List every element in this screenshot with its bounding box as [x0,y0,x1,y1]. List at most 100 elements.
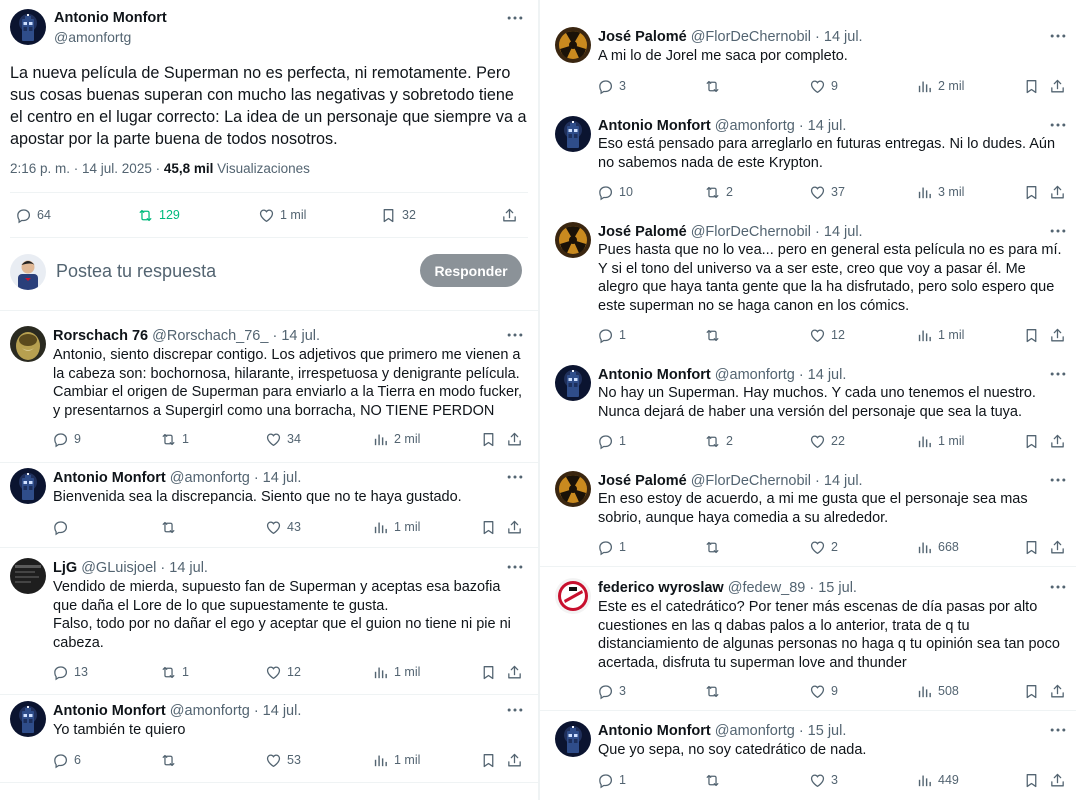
reply-button[interactable]: 1 [597,771,626,789]
author-handle[interactable]: @FlorDeChernobil [691,224,811,240]
bookmark-button[interactable] [480,751,497,769]
more-icon[interactable] [1048,26,1068,46]
like-button[interactable]: 1 mil [258,206,306,224]
views-button[interactable]: 3 mil [916,183,964,201]
author-handle[interactable]: @Rorschach_76_ [152,328,268,344]
share-button[interactable] [506,518,523,536]
retweet-button[interactable] [160,751,177,769]
retweet-button[interactable] [704,771,721,789]
more-icon[interactable] [505,325,525,345]
views-button[interactable]: 2 mil [916,77,964,95]
author-handle[interactable]: @amonfortg [715,367,795,383]
author-avatar[interactable] [555,116,591,152]
tweet-timestamp[interactable]: 2:16 p. m. · 14 jul. 2025 · [10,161,164,176]
bookmark-button[interactable] [480,518,497,536]
bookmark-button[interactable]: 32 [380,206,416,224]
reply-button[interactable]: 6 [52,751,81,769]
author-avatar[interactable] [10,558,46,594]
author-name[interactable]: José Palomé [598,29,687,45]
bookmark-button[interactable] [1023,771,1040,789]
bookmark-button[interactable] [1023,432,1040,450]
reply-button[interactable]: 3 [597,77,626,95]
more-icon[interactable] [505,700,525,720]
share-button[interactable] [1049,77,1066,95]
more-icon[interactable] [505,557,525,577]
share-button[interactable] [506,663,523,681]
author-avatar[interactable] [555,471,591,507]
reply-date[interactable]: · 14 jul. [795,118,847,134]
views-button[interactable]: 1 mil [372,663,420,681]
like-button[interactable]: 9 [809,682,838,700]
more-icon[interactable] [505,8,525,28]
main-author-handle[interactable]: @amonfortg [54,29,131,45]
author-avatar[interactable] [555,721,591,757]
views-button[interactable]: 2 mil [372,430,420,448]
author-name[interactable]: LjG [53,560,77,576]
more-icon[interactable] [1048,720,1068,740]
like-button[interactable]: 37 [809,183,845,201]
reply-date[interactable]: · 15 jul. [795,723,847,739]
author-avatar[interactable] [555,365,591,401]
reply-submit-button[interactable]: Responder [420,254,522,287]
author-name[interactable]: Antonio Monfort [598,118,711,134]
more-icon[interactable] [1048,115,1068,135]
like-button[interactable]: 43 [265,518,301,536]
retweet-button[interactable] [704,77,721,95]
share-button[interactable] [501,206,518,224]
reply-date[interactable]: · 14 jul. [268,328,320,344]
reply-date[interactable]: · 14 jul. [795,367,847,383]
reply-input[interactable]: Postea tu respuesta [56,261,216,282]
reply-button[interactable]: 13 [52,663,88,681]
views-button[interactable]: 668 [916,538,959,556]
retweet-button[interactable] [160,518,177,536]
bookmark-button[interactable] [1023,326,1040,344]
author-handle[interactable]: @amonfortg [170,703,250,719]
retweet-button[interactable] [704,682,721,700]
bookmark-button[interactable] [1023,682,1040,700]
author-avatar[interactable] [555,27,591,63]
author-name[interactable]: Antonio Monfort [53,470,166,486]
main-author-name[interactable]: Antonio Monfort [54,10,167,26]
author-name[interactable]: Antonio Monfort [53,703,166,719]
reply-button[interactable]: 1 [597,432,626,450]
bookmark-button[interactable] [1023,77,1040,95]
author-handle[interactable]: @FlorDeChernobil [691,29,811,45]
reply-button[interactable]: 3 [597,682,626,700]
author-avatar[interactable] [10,9,46,45]
like-button[interactable]: 9 [809,77,838,95]
share-button[interactable] [1049,682,1066,700]
share-button[interactable] [506,430,523,448]
bookmark-button[interactable] [1023,183,1040,201]
more-icon[interactable] [1048,470,1068,490]
author-avatar[interactable] [10,326,46,362]
author-avatar[interactable] [10,468,46,504]
author-avatar[interactable] [10,701,46,737]
author-handle[interactable]: @fedew_89 [728,580,806,596]
reply-button[interactable]: 1 [597,326,626,344]
share-button[interactable] [506,751,523,769]
share-button[interactable] [1049,771,1066,789]
author-name[interactable]: José Palomé [598,473,687,489]
author-name[interactable]: Antonio Monfort [598,367,711,383]
reply-date[interactable]: · 14 jul. [811,224,863,240]
more-icon[interactable] [1048,577,1068,597]
like-button[interactable]: 22 [809,432,845,450]
more-icon[interactable] [505,467,525,487]
more-icon[interactable] [1048,364,1068,384]
reply-date[interactable]: · 14 jul. [250,703,302,719]
reply-button[interactable]: 9 [52,430,81,448]
share-button[interactable] [1049,183,1066,201]
retweet-button[interactable] [704,326,721,344]
views-button[interactable]: 1 mil [916,326,964,344]
author-name[interactable]: José Palomé [598,224,687,240]
retweet-button[interactable]: 2 [704,432,733,450]
reply-button[interactable] [52,518,69,536]
like-button[interactable]: 3 [809,771,838,789]
share-button[interactable] [1049,432,1066,450]
author-handle[interactable]: @amonfortg [170,470,250,486]
like-button[interactable]: 34 [265,430,301,448]
reply-button[interactable]: 1 [597,538,626,556]
like-button[interactable]: 12 [265,663,301,681]
like-button[interactable]: 12 [809,326,845,344]
bookmark-button[interactable] [480,430,497,448]
